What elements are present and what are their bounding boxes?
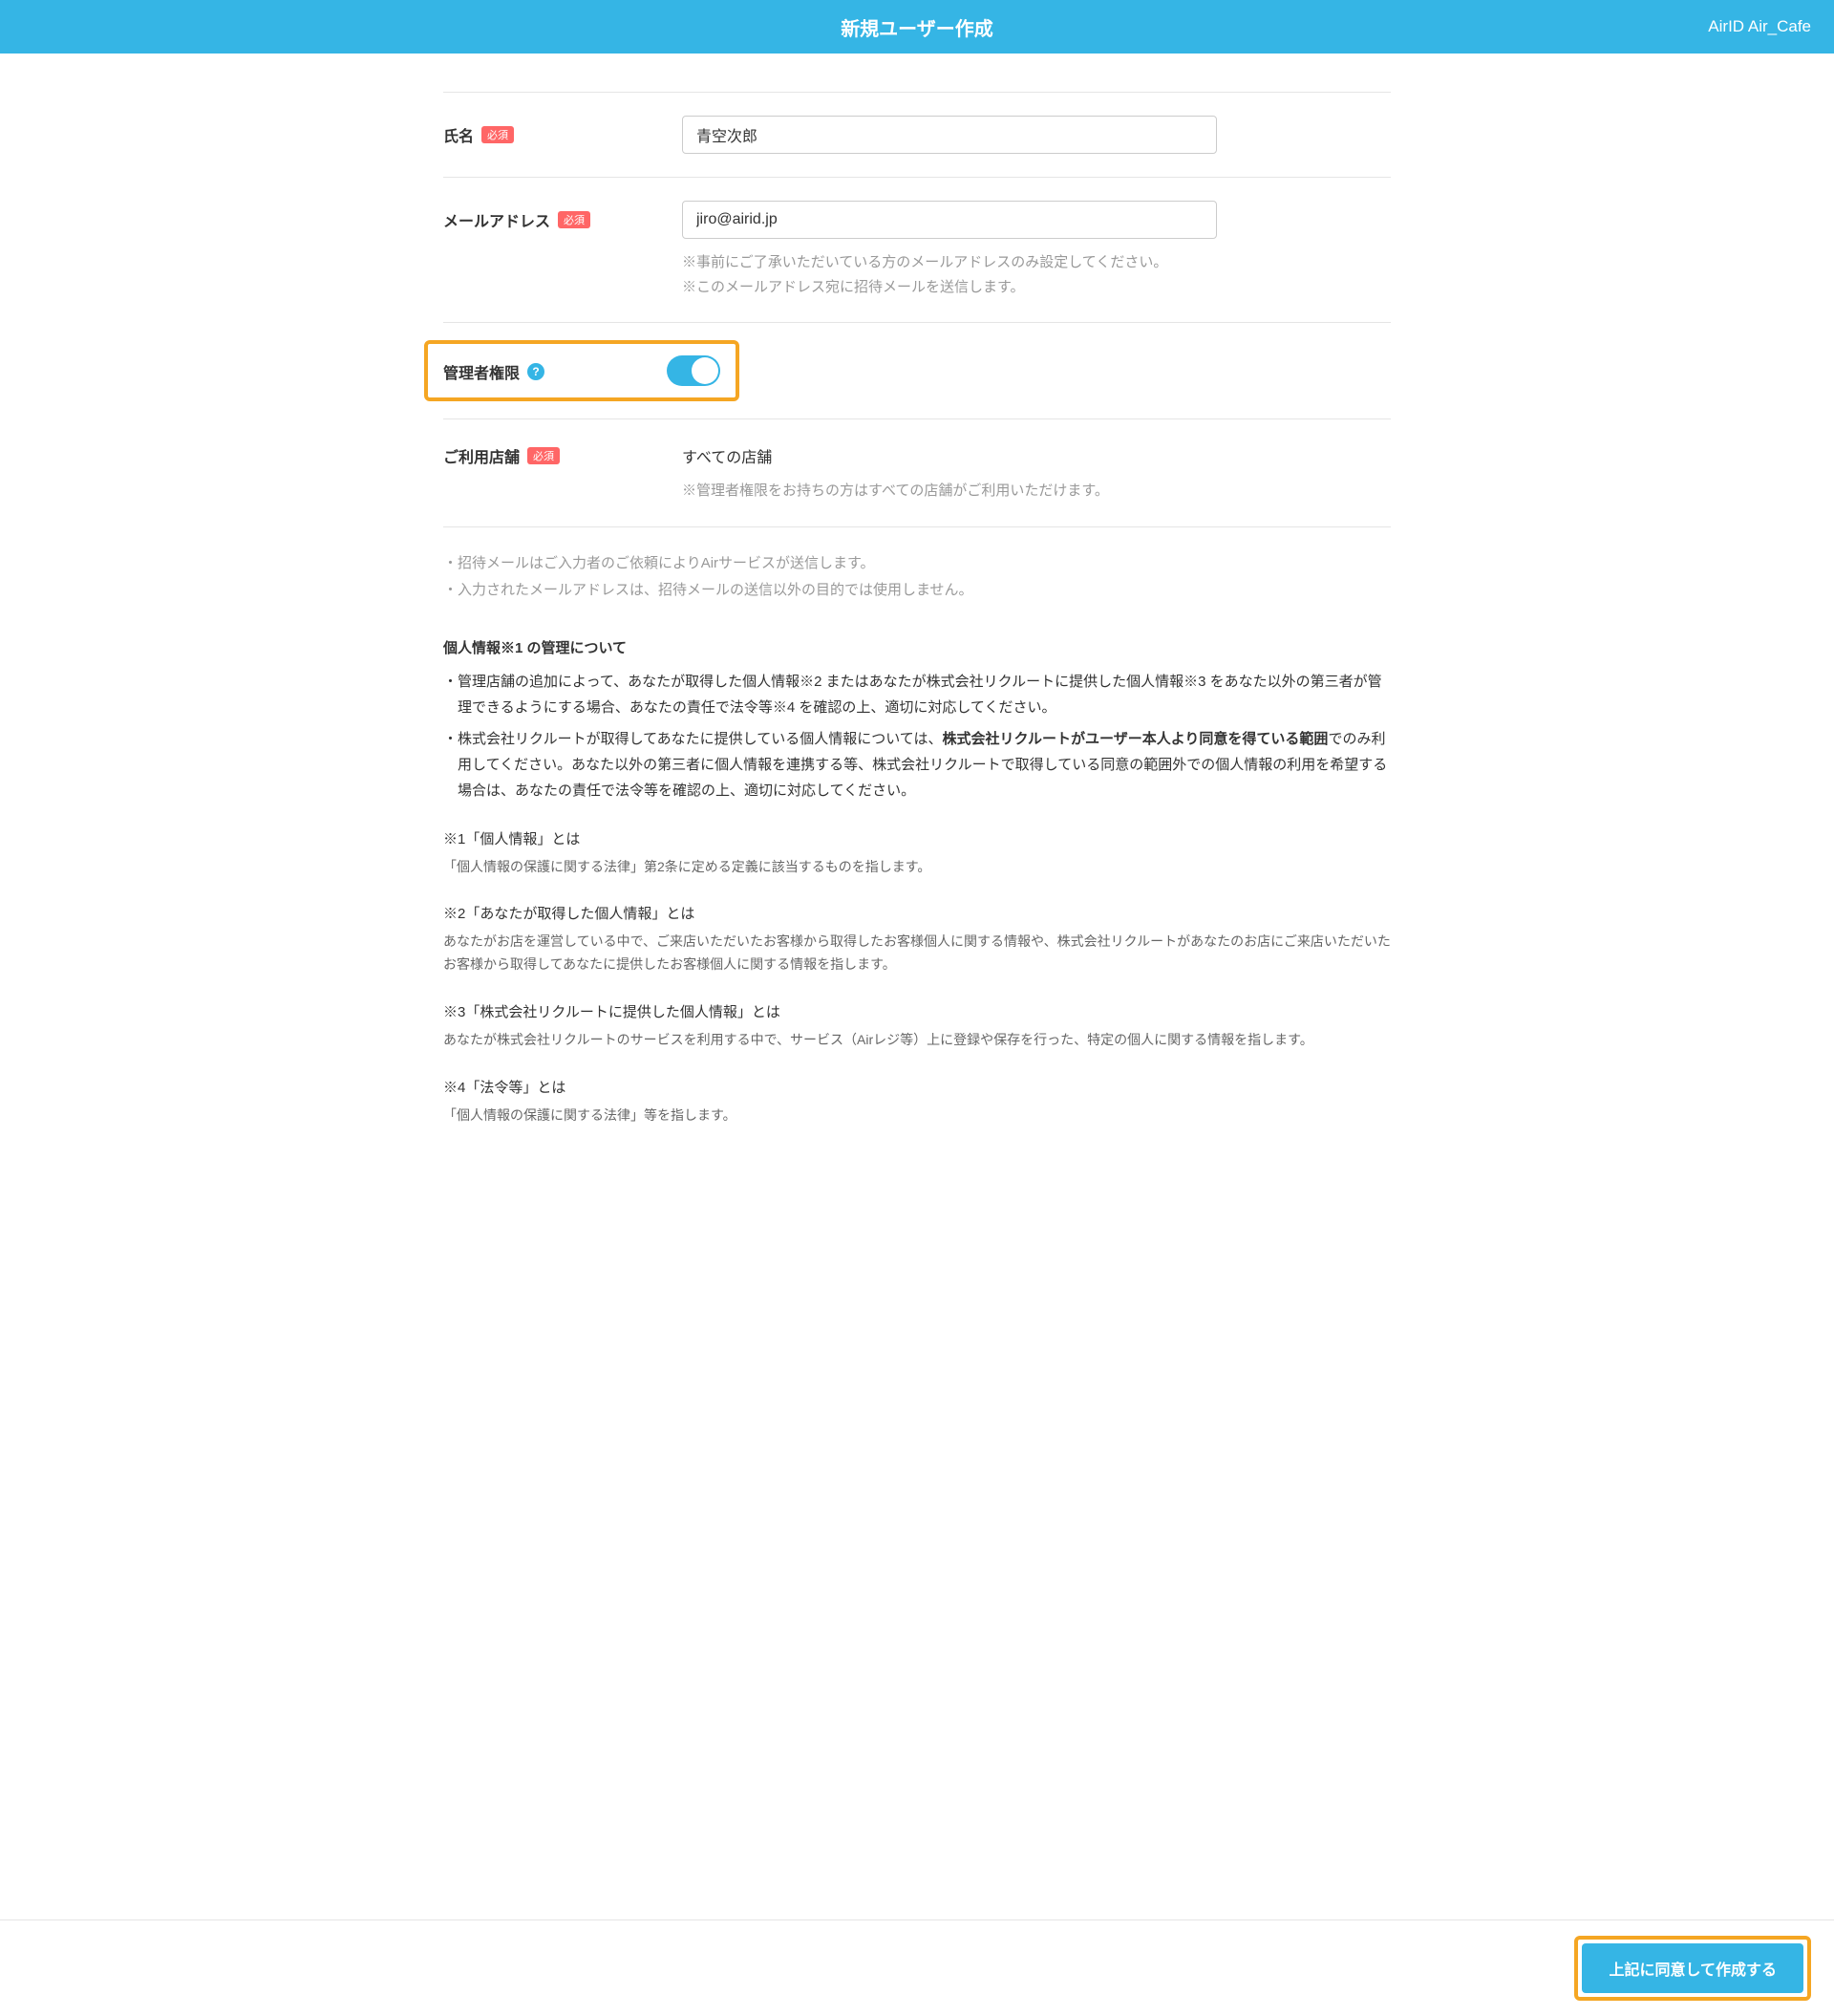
def-3-body: あなたが株式会社リクルートのサービスを利用する中で、サービス（Airレジ等）上に… xyxy=(443,1029,1391,1052)
notes-block: ・招待メールはご入力者のご依頼によりAirサービスが送信します。 ・入力されたメ… xyxy=(443,550,1391,605)
def-2-body: あなたがお店を運営している中で、ご来店いただいたお客様から取得したお客様個人に関… xyxy=(443,931,1391,976)
submit-button[interactable]: 上記に同意して作成する xyxy=(1582,1943,1803,1993)
def-3-title: ※3「株式会社リクルートに提供した個人情報」とは xyxy=(443,999,1391,1025)
email-hint-1: ※事前にご了承いただいている方のメールアドレスのみ設定してください。 xyxy=(682,250,1391,275)
def-1-title: ※1「個人情報」とは xyxy=(443,826,1391,852)
stores-label: ご利用店舗 xyxy=(443,444,520,467)
admin-label: 管理者権限 xyxy=(443,360,520,383)
submit-highlight: 上記に同意して作成する xyxy=(1574,1936,1811,2001)
admin-toggle[interactable] xyxy=(667,355,720,386)
page-header: 新規ユーザー作成 AirID Air_Cafe xyxy=(0,0,1834,54)
def-4-title: ※4「法令等」とは xyxy=(443,1075,1391,1101)
footer-bar: 上記に同意して作成する xyxy=(0,1919,1834,2016)
email-input[interactable] xyxy=(682,201,1217,239)
def-4-body: 「個人情報の保護に関する法律」等を指します。 xyxy=(443,1105,1391,1127)
required-badge: 必須 xyxy=(527,447,560,464)
email-label: メールアドレス xyxy=(443,208,550,231)
name-input[interactable] xyxy=(682,116,1217,154)
policy-title: 個人情報※1 の管理について xyxy=(443,635,1391,661)
account-label: AirID Air_Cafe xyxy=(1708,17,1811,36)
stores-row: ご利用店舗 必須 すべての店舗 ※管理者権限をお持ちの方はすべての店舗がご利用い… xyxy=(443,419,1391,527)
help-icon[interactable]: ? xyxy=(527,363,544,380)
required-badge: 必須 xyxy=(481,126,514,143)
toggle-knob xyxy=(692,357,718,384)
admin-row: 管理者権限 ? xyxy=(443,323,1391,419)
policy-item-2: 株式会社リクルートが取得してあなたに提供している個人情報については、株式会社リク… xyxy=(443,726,1391,804)
name-row: 氏名 必須 xyxy=(443,93,1391,178)
note-line-2: ・入力されたメールアドレスは、招待メールの送信以外の目的では使用しません。 xyxy=(443,577,1391,605)
def-2-title: ※2「あなたが取得した個人情報」とは xyxy=(443,901,1391,927)
admin-highlight: 管理者権限 ? xyxy=(424,340,739,401)
stores-value: すべての店舗 xyxy=(682,442,1391,467)
note-line-1: ・招待メールはご入力者のご依頼によりAirサービスが送信します。 xyxy=(443,550,1391,578)
def-1-body: 「個人情報の保護に関する法律」第2条に定める定義に該当するものを指します。 xyxy=(443,856,1391,879)
page-title: 新規ユーザー作成 xyxy=(841,13,993,41)
policy-block: 個人情報※1 の管理について 管理店舗の追加によって、あなたが取得した個人情報※… xyxy=(443,635,1391,1127)
policy-item-1: 管理店舗の追加によって、あなたが取得した個人情報※2 またはあなたが株式会社リク… xyxy=(458,669,1391,720)
required-badge: 必須 xyxy=(558,211,590,228)
name-label: 氏名 xyxy=(443,123,474,146)
stores-hint: ※管理者権限をお持ちの方はすべての店舗がご利用いただけます。 xyxy=(682,479,1391,504)
email-row: メールアドレス 必須 ※事前にご了承いただいている方のメールアドレスのみ設定して… xyxy=(443,178,1391,323)
email-hint-2: ※このメールアドレス宛に招待メールを送信します。 xyxy=(682,275,1391,300)
